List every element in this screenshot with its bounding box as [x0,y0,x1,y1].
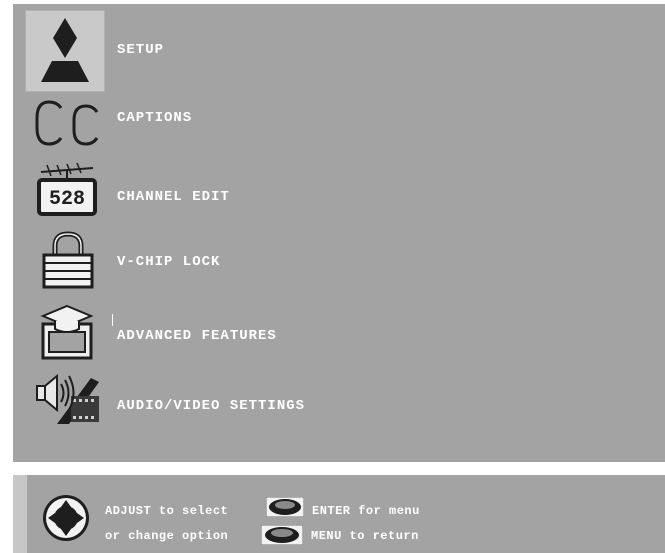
speaker-film-icon [36,373,99,424]
main-menu-panel: SETUP CAPTIONS 528 CHANNEL EDIT V-CHIP L… [13,4,665,462]
menu-label-vchip-lock: V-CHIP LOCK [117,254,221,270]
menu-item-channel-edit[interactable]: 528 CHANNEL EDIT [13,158,665,228]
cc-icon [35,100,99,146]
menu-item-advanced-features[interactable]: ADVANCED FEATURES [13,296,665,368]
menu-button-icon [261,525,303,545]
help-menu-text: MENU to return [311,529,419,543]
channel-icon-digits: 528 [49,188,85,211]
menu-label-channel-edit: CHANNEL EDIT [117,189,230,205]
mitsubishi-logo-icon [41,18,89,82]
menu-label-advanced-features: ADVANCED FEATURES [117,328,277,344]
graduation-cap-box-icon [40,304,94,360]
menu-item-vchip-lock[interactable]: V-CHIP LOCK [13,228,665,296]
help-change-text: or change option [105,529,229,543]
channel-antenna-icon: 528 [37,162,97,216]
padlock-icon [42,231,94,289]
help-enter-text: ENTER for menu [312,504,420,518]
enter-button-icon [266,497,304,517]
menu-label-setup: SETUP [117,42,165,58]
menu-item-captions[interactable]: CAPTIONS [13,96,665,158]
text-cursor [112,314,113,326]
help-bar-edge [13,475,27,553]
help-adjust-text: ADJUST to select [105,504,229,518]
menu-label-audio-video-settings: AUDIO/VIDEO SETTINGS [117,398,306,414]
menu-label-captions: CAPTIONS [117,110,193,126]
help-bar: ADJUST to select ENTER for menu or chang… [13,475,665,553]
menu-item-audio-video-settings[interactable]: AUDIO/VIDEO SETTINGS [13,368,665,436]
dpad-icon [43,495,89,541]
menu-item-setup[interactable]: SETUP [13,4,665,96]
